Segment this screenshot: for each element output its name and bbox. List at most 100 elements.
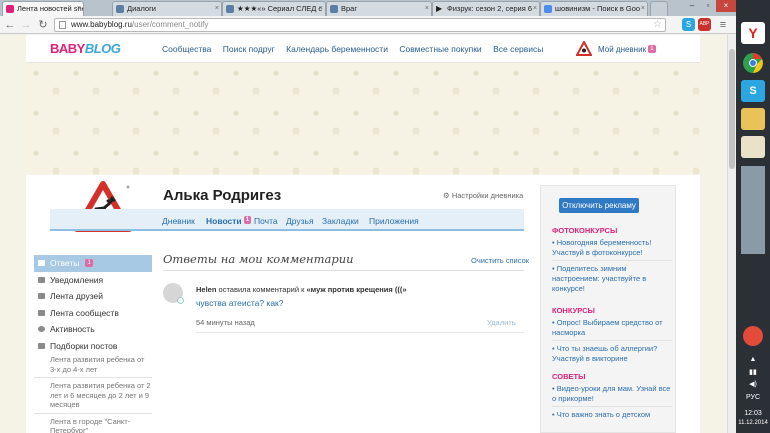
browser-tab[interactable]: Диалоги × bbox=[112, 1, 222, 16]
url-path: /user/comment_notify bbox=[131, 20, 209, 29]
nav-joint-purchases[interactable]: Совместные покупки bbox=[399, 44, 481, 54]
close-tab-icon[interactable]: × bbox=[425, 2, 429, 15]
tab-mail[interactable]: Почта bbox=[254, 216, 278, 226]
close-window-button[interactable]: × bbox=[716, 0, 736, 12]
close-tab-icon[interactable]: × bbox=[77, 2, 81, 15]
clock-time[interactable]: 12:03 bbox=[736, 410, 770, 417]
tab-diary[interactable]: Дневник bbox=[162, 216, 195, 226]
menu-item-friends-feed[interactable]: Лента друзей bbox=[34, 288, 152, 305]
close-tab-icon[interactable]: × bbox=[533, 2, 537, 15]
chrome-icon[interactable] bbox=[741, 52, 765, 74]
menu-item-collections[interactable]: Подборки постов bbox=[34, 338, 152, 355]
skype-icon[interactable]: S bbox=[741, 80, 765, 102]
collection-link[interactable]: Лента развития ребенка от 2 лет и 6 меся… bbox=[34, 380, 152, 414]
yandex-icon[interactable]: Y bbox=[741, 22, 765, 44]
diary-settings-link[interactable]: ⚙ Настройки дневника bbox=[443, 191, 523, 200]
tab-title: шовинизм - Поиск в Goo bbox=[555, 4, 641, 13]
menu-icon[interactable]: ≡ bbox=[716, 18, 730, 32]
screenshot-tool-icon[interactable] bbox=[743, 326, 763, 346]
vk-favicon-icon bbox=[116, 5, 124, 13]
tray-arrow-icon[interactable]: ▲ bbox=[736, 356, 770, 363]
browser-tab[interactable]: Враг × bbox=[326, 1, 432, 16]
site-header: BABYBLOG Сообщества Поиск подруг Календа… bbox=[26, 35, 700, 63]
activity-icon bbox=[38, 326, 45, 332]
logo-part-baby: BABY bbox=[50, 41, 85, 56]
chrome-logo bbox=[743, 53, 763, 73]
forward-arrow-icon[interactable]: → bbox=[19, 18, 33, 32]
tab-news-label: Новости bbox=[206, 216, 242, 226]
tab-title: ★★★«» Сериал СЛЕД с bbox=[237, 4, 323, 13]
tab-apps[interactable]: Приложения bbox=[369, 216, 419, 226]
my-diary-label: Мой дневник bbox=[598, 45, 647, 54]
close-tab-icon[interactable]: × bbox=[215, 2, 219, 15]
reload-icon[interactable]: ↻ bbox=[36, 18, 50, 32]
sidebar-link[interactable]: • Поделитесь зимним настроением: участву… bbox=[552, 264, 672, 296]
gear-icon: ⚙ bbox=[443, 191, 452, 200]
url-host: www.babyblog.ru bbox=[71, 20, 132, 29]
address-bar[interactable]: www.babyblog.ru/user/comment_notify ☆ bbox=[54, 18, 666, 32]
browser-toolbar: ← → ↻ www.babyblog.ru/user/comment_notif… bbox=[0, 16, 736, 34]
collection-link[interactable]: Лента развития ребенка от 3-х до 4-х лет bbox=[34, 354, 152, 378]
comment-post-link[interactable]: «муж против крещения (((» bbox=[306, 285, 406, 294]
sidebar-link[interactable]: • Что важно знать о детском bbox=[552, 410, 672, 422]
menu-item-notifications[interactable]: Уведомления bbox=[34, 272, 152, 289]
comment-text[interactable]: чувства атеиста? как? bbox=[196, 298, 284, 308]
browser-tab[interactable]: ▶ Физрук: сезон 2, серия 6 × bbox=[432, 1, 540, 16]
scrollbar-thumb[interactable] bbox=[729, 49, 735, 169]
speech-bubble-icon bbox=[38, 260, 45, 266]
nav-find-friends[interactable]: Поиск подруг bbox=[223, 44, 275, 54]
menu-item-activity[interactable]: Активность bbox=[34, 321, 152, 338]
google-favicon-icon bbox=[544, 5, 552, 13]
maximize-button[interactable]: ▫ bbox=[700, 0, 716, 12]
browser-tab[interactable]: ★★★«» Сериал СЛЕД с × bbox=[222, 1, 326, 16]
tab-friends[interactable]: Друзья bbox=[286, 216, 314, 226]
new-tab-button[interactable] bbox=[650, 1, 668, 16]
file-explorer-icon[interactable] bbox=[741, 108, 765, 130]
menu-item-communities-feed[interactable]: Лента сообществ bbox=[34, 305, 152, 322]
network-icon[interactable]: ▮▮ bbox=[736, 368, 770, 376]
nav-all-services[interactable]: Все сервисы bbox=[493, 44, 543, 54]
sidebar-link[interactable]: • Видео-уроки для мам. Узнай все о прико… bbox=[552, 384, 672, 407]
back-arrow-icon[interactable]: ← bbox=[3, 18, 17, 32]
browser-tab[interactable]: шовинизм - Поиск в Goo × bbox=[540, 1, 648, 16]
sidebar-link[interactable]: • Что ты знаешь об аллергии? Участвуй в … bbox=[552, 344, 672, 366]
menu-item-label: Лента сообществ bbox=[50, 307, 119, 318]
site-logo[interactable]: BABYBLOG bbox=[50, 41, 121, 56]
desktop-preview-icon[interactable] bbox=[741, 166, 765, 254]
page-icon bbox=[59, 21, 66, 29]
nav-pregnancy-calendar[interactable]: Календарь беременности bbox=[286, 44, 388, 54]
profile-tabs: Дневник Новости 1 Почта Друзья Закладки П… bbox=[50, 209, 524, 231]
minimize-button[interactable]: – bbox=[684, 0, 700, 12]
adblock-extension-icon[interactable]: ABP bbox=[698, 18, 711, 31]
clear-list-link[interactable]: Очистить список bbox=[471, 256, 529, 265]
tab-news[interactable]: Новости 1 bbox=[206, 216, 252, 226]
collection-link[interactable]: Лента в городе "Санкт-Петербург" bbox=[34, 416, 152, 433]
skype-extension-icon[interactable]: S bbox=[682, 18, 695, 31]
clock-date[interactable]: 11.12.2014 bbox=[736, 420, 770, 426]
delete-comment-link[interactable]: Удалить bbox=[487, 318, 516, 327]
site-container: BABYBLOG Сообщества Поиск подруг Календа… bbox=[26, 35, 700, 433]
sidebar-link[interactable]: • Опрос! Выбираем средство от насморка bbox=[552, 318, 672, 341]
windows-taskbar: Y S ▲ ▮▮ ◀) РУС 12:03 11.12.2014 bbox=[736, 0, 770, 433]
tab-title: Враг bbox=[341, 4, 358, 13]
list-icon bbox=[38, 342, 45, 349]
volume-icon[interactable]: ◀) bbox=[736, 380, 770, 388]
browser-tab[interactable]: Лента новостей snejastik × bbox=[2, 1, 84, 16]
page-scrollbar[interactable] bbox=[727, 35, 736, 433]
section-heading: СОВЕТЫ bbox=[552, 372, 586, 381]
sidebar-link[interactable]: • Новогодняя беременность! Участвуй в фо… bbox=[552, 238, 672, 261]
document-icon[interactable] bbox=[741, 136, 765, 158]
tab-title: Физрук: сезон 2, серия 6 bbox=[447, 4, 533, 13]
close-tab-icon[interactable]: × bbox=[319, 2, 323, 15]
nav-communities[interactable]: Сообщества bbox=[162, 44, 211, 54]
bookmark-star-icon[interactable]: ☆ bbox=[653, 19, 662, 31]
language-indicator[interactable]: РУС bbox=[736, 394, 770, 401]
tab-bookmarks[interactable]: Закладки bbox=[322, 216, 359, 226]
menu-item-replies[interactable]: Ответы 1 bbox=[34, 255, 152, 272]
comment-action: оставила комментарий к bbox=[218, 285, 305, 294]
replies-badge: 1 bbox=[85, 259, 93, 267]
comment-author[interactable]: Helen bbox=[196, 285, 216, 294]
commenter-avatar[interactable] bbox=[163, 283, 184, 304]
disable-ads-button[interactable]: Отключить рекламу bbox=[559, 198, 639, 213]
close-tab-icon[interactable]: × bbox=[641, 2, 645, 15]
